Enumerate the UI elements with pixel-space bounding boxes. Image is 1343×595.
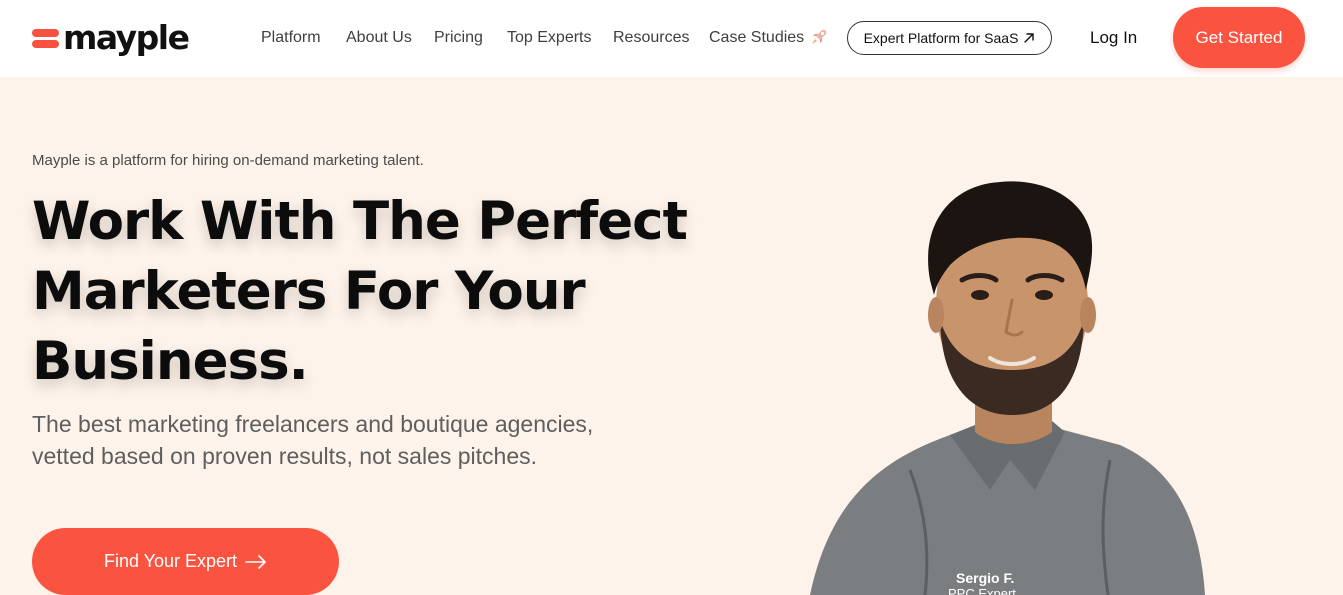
arrow-up-right-icon	[1024, 33, 1035, 43]
logo[interactable]: mayple	[32, 18, 190, 58]
nav-item-about-us[interactable]: About Us	[346, 26, 412, 50]
expert-platform-saas-button[interactable]: Expert Platform for SaaS	[847, 21, 1052, 55]
hero-subhead-line: The best marketing freelancers and bouti…	[32, 411, 594, 437]
nav-item-pricing[interactable]: Pricing	[434, 26, 483, 50]
arrow-right-icon	[245, 554, 266, 569]
nav-item-top-experts[interactable]: Top Experts	[507, 26, 591, 50]
find-your-expert-button[interactable]: Find Your Expert	[32, 528, 339, 595]
site-header: mayple Platform About Us Pricing Top Exp…	[0, 0, 1343, 77]
find-your-expert-label: Find Your Expert	[103, 551, 238, 571]
hero-subhead: The best marketing freelancers and bouti…	[32, 408, 672, 472]
logo-text: mayple	[63, 18, 190, 57]
hero-headline: Work With The Perfect Marketers For Your…	[32, 187, 712, 397]
hero-tagline: Mayple is a platform for hiring on-deman…	[32, 152, 424, 169]
rocket-icon	[812, 29, 827, 44]
hero-headline-line: Business.	[32, 331, 309, 392]
hero-headline-line: Marketers For Your	[32, 261, 586, 322]
nav-item-case-studies[interactable]: Case Studies	[709, 26, 804, 50]
expert-role: PPC Expert	[948, 586, 1016, 595]
get-started-button[interactable]: Get Started	[1173, 7, 1305, 68]
nav-item-resources[interactable]: Resources	[613, 26, 689, 50]
expert-platform-saas-label: Expert Platform for SaaS	[863, 30, 1019, 46]
expert-name: Sergio F.	[956, 570, 1015, 586]
logo-mark-icon	[32, 27, 59, 49]
expert-portrait-image	[810, 181, 1205, 595]
login-link[interactable]: Log In	[1090, 26, 1137, 50]
nav-item-platform[interactable]: Platform	[261, 26, 321, 50]
hero-subhead-line: vetted based on proven results, not sale…	[32, 443, 538, 469]
hero-headline-line: Work With The Perfect	[32, 191, 688, 252]
